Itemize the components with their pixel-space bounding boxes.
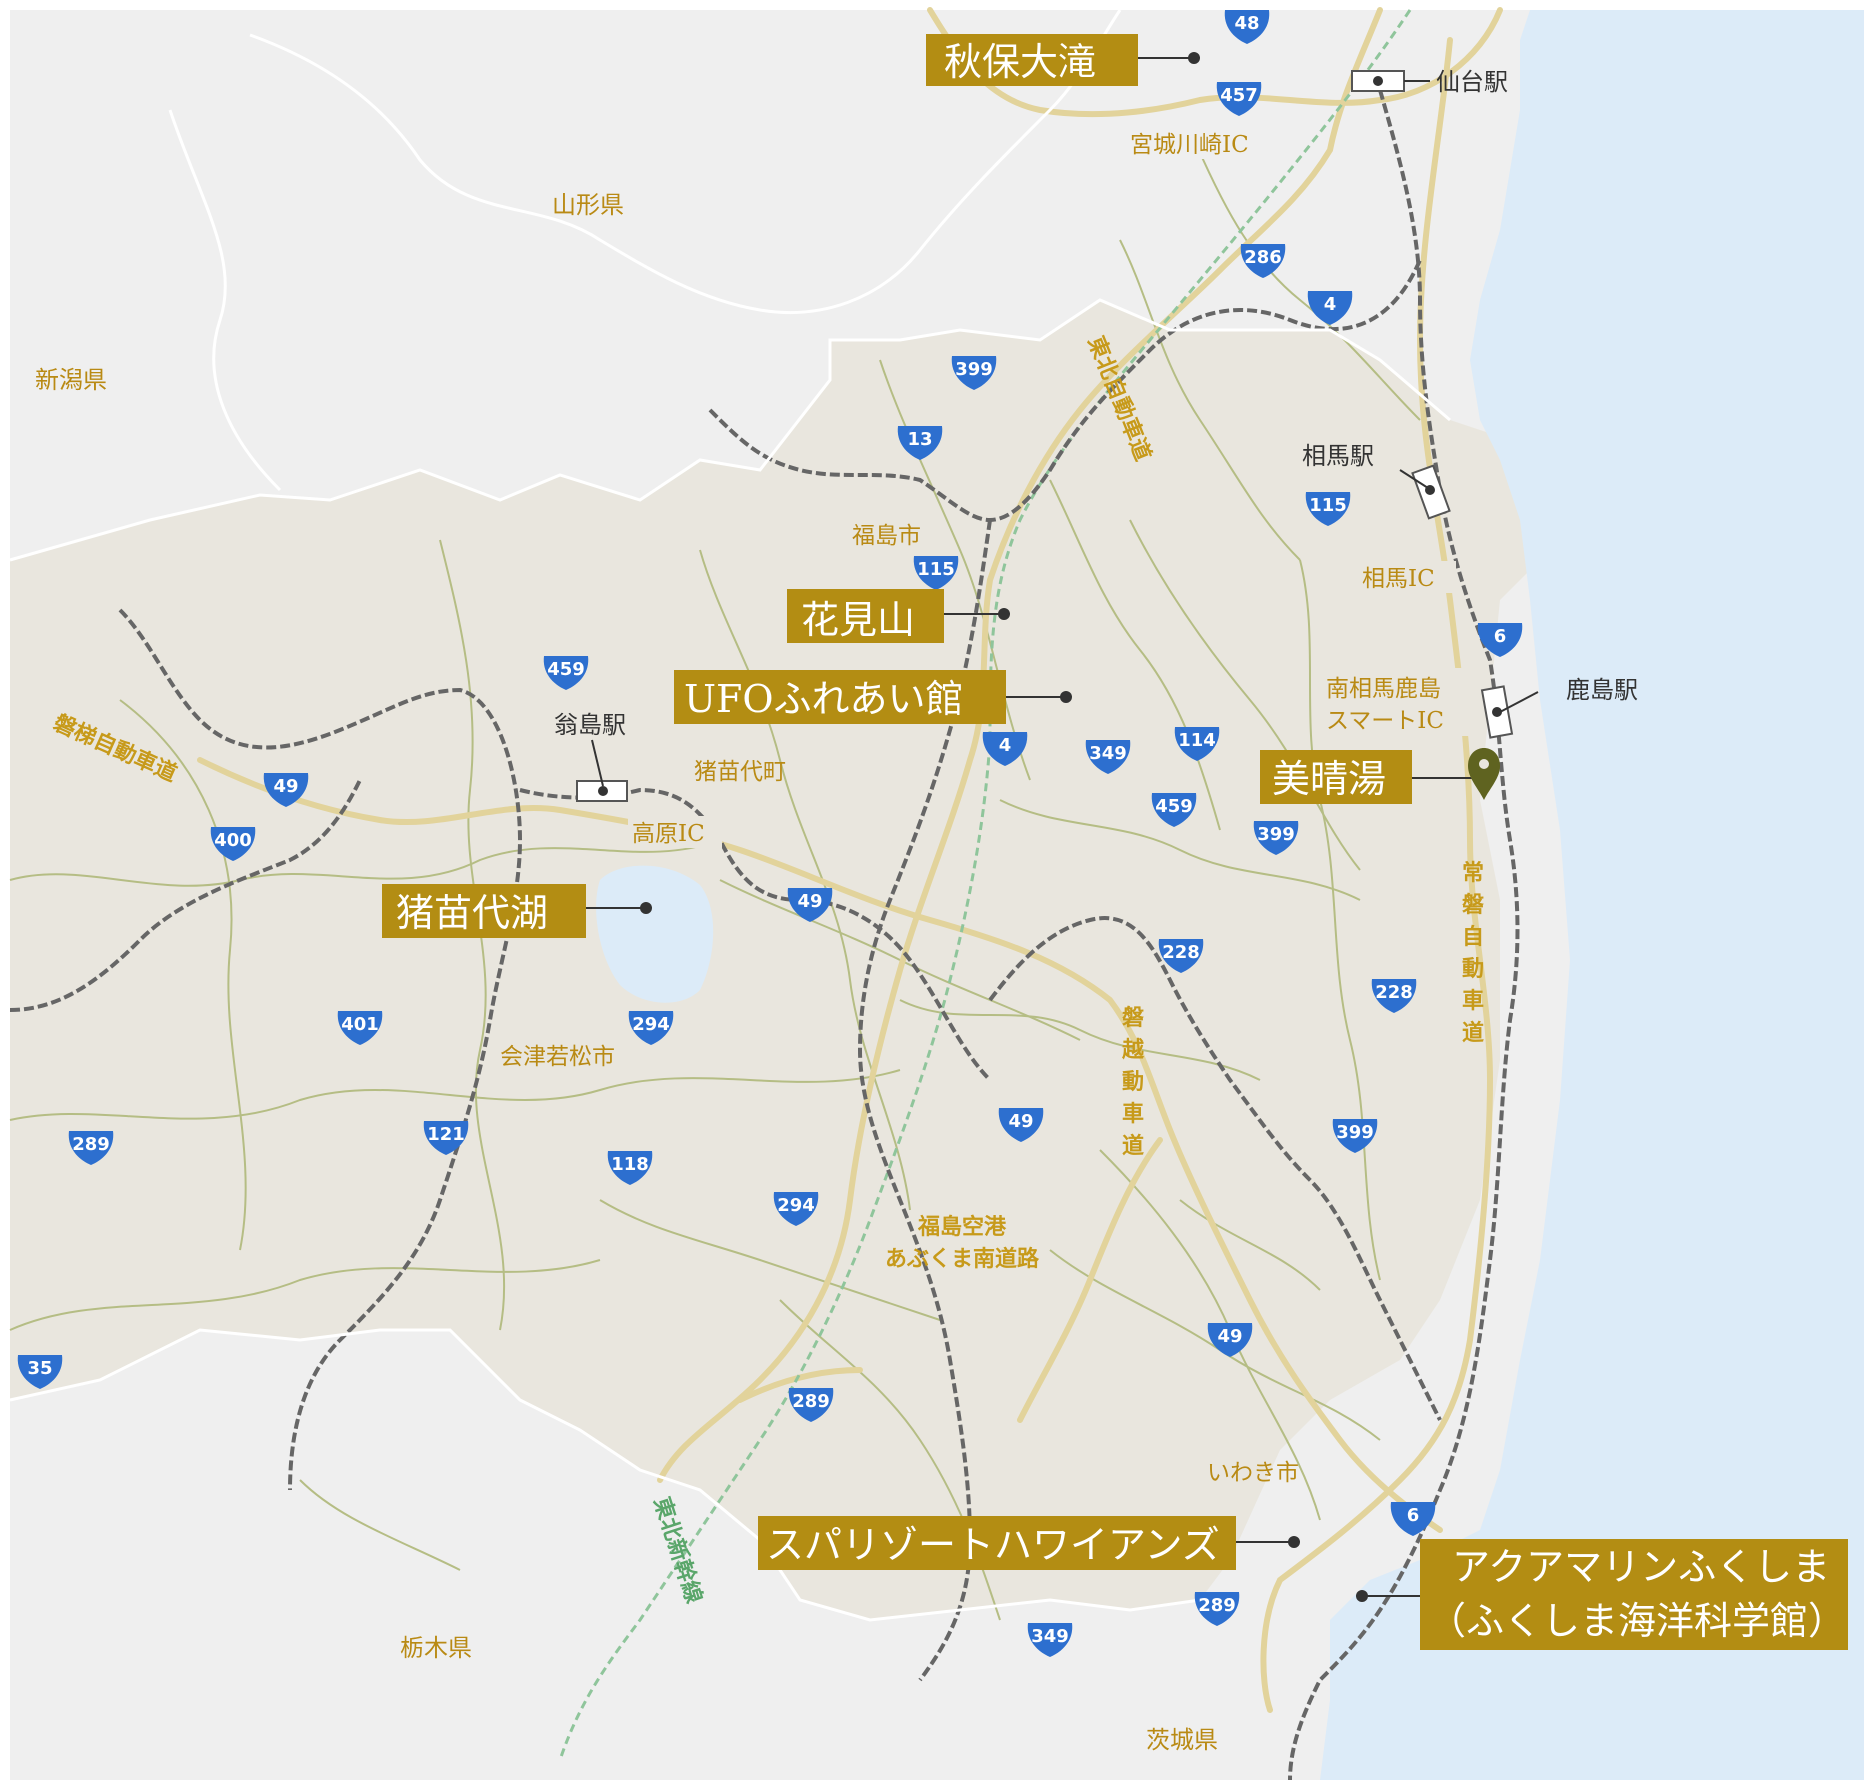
expressway-label-joban-1: 常 [1462, 860, 1484, 886]
city-label-fukushima: 福島市 [852, 523, 921, 549]
expressway-label-joban-6: 道 [1462, 1020, 1484, 1046]
svg-text:南相馬鹿島: 南相馬鹿島 [1326, 676, 1441, 702]
route-number: 294 [632, 1014, 670, 1035]
city-label-inawashiro: 猪苗代町 [694, 759, 786, 785]
route-number: 457 [1220, 85, 1258, 106]
svg-text:相馬駅: 相馬駅 [1302, 442, 1374, 470]
route-number: 400 [214, 830, 252, 851]
route-number: 6 [1494, 626, 1507, 647]
city-label-iwaki: いわき市 [1207, 1460, 1299, 1486]
svg-text:相馬IC: 相馬IC [1362, 566, 1435, 592]
svg-text:花見山: 花見山 [801, 598, 915, 642]
route-number: 49 [1008, 1111, 1033, 1132]
route-number: 399 [1336, 1122, 1374, 1143]
svg-text:アクアマリンふくしま: アクアマリンふくしま [1452, 1545, 1830, 1589]
svg-text:仙台駅: 仙台駅 [1436, 68, 1508, 96]
route-number: 48 [1234, 13, 1259, 34]
svg-text:翁島駅: 翁島駅 [554, 711, 626, 739]
svg-text:スパリゾートハワイアンズ: スパリゾートハワイアンズ [766, 1523, 1220, 1567]
route-number: 35 [27, 1358, 52, 1379]
svg-text:スマートIC: スマートIC [1326, 708, 1444, 734]
route-number: 121 [427, 1124, 465, 1145]
expressway-label-banetsu-1: 磐 [1122, 1005, 1144, 1031]
route-number: 114 [1178, 730, 1216, 751]
prefecture-label-niigata: 新潟県 [35, 366, 107, 394]
route-number: 49 [273, 776, 298, 797]
route-number: 289 [72, 1134, 110, 1155]
expressway-label-joban-2: 磐 [1462, 892, 1484, 918]
route-number: 49 [1217, 1326, 1242, 1347]
expressway-label-banetsu-3: 動 [1122, 1069, 1144, 1095]
prefecture-label-yamagata: 山形県 [552, 191, 624, 219]
expressway-label-banetsu-4: 車 [1122, 1101, 1144, 1127]
route-number: 118 [611, 1154, 649, 1175]
svg-text:猪苗代湖: 猪苗代湖 [396, 891, 548, 935]
route-number: 49 [797, 891, 822, 912]
expressway-label-banetsu-5: 道 [1122, 1133, 1144, 1159]
route-number: 286 [1244, 247, 1282, 268]
route-number: 6 [1407, 1505, 1420, 1526]
expressway-label-abukuma-1: 福島空港 [917, 1214, 1007, 1240]
route-number: 399 [1257, 824, 1295, 845]
route-number: 289 [792, 1391, 830, 1412]
expressway-label-joban-3: 自 [1462, 924, 1484, 950]
prefecture-label-tochigi: 栃木県 [400, 1634, 472, 1662]
route-number: 349 [1031, 1626, 1069, 1647]
expressway-label-joban-4: 動 [1462, 956, 1484, 982]
route-number: 228 [1375, 982, 1413, 1003]
route-number: 459 [1155, 796, 1193, 817]
route-number: 228 [1162, 942, 1200, 963]
route-number: 294 [777, 1195, 815, 1216]
route-number: 115 [917, 559, 955, 580]
ic-minamisoma-kashima-smart: 南相馬鹿島 スマートIC [1322, 668, 1474, 736]
route-number: 13 [907, 429, 932, 450]
svg-text:（ふくしま海洋科学館）: （ふくしま海洋科学館） [1428, 1599, 1846, 1643]
ic-takahara: 高原IC [628, 816, 722, 848]
expressway-label-abukuma-2: あぶくま南道路 [885, 1246, 1040, 1272]
map-canvas: 山形県 新潟県 栃木県 茨城県 福島市 猪苗代町 会津若松市 いわき市 宮城川崎… [9, 7, 1864, 1781]
route-number: 289 [1198, 1595, 1236, 1616]
ic-soma: 相馬IC [1358, 561, 1456, 593]
route-number: 115 [1309, 495, 1347, 516]
route-number: 349 [1089, 743, 1127, 764]
svg-text:宮城川崎IC: 宮城川崎IC [1130, 132, 1249, 158]
poi-aquamarine-fukushima[interactable]: アクアマリンふくしま （ふくしま海洋科学館） [1356, 1539, 1848, 1650]
svg-text:秋保大滝: 秋保大滝 [944, 40, 1096, 84]
expressway-label-joban-5: 車 [1462, 988, 1484, 1014]
svg-text:高原IC: 高原IC [632, 821, 705, 847]
city-label-aizuwakamatsu: 会津若松市 [500, 1044, 615, 1070]
route-number: 401 [341, 1014, 379, 1035]
route-number: 399 [955, 359, 993, 380]
poi-spa-resort-hawaiians[interactable]: スパリゾートハワイアンズ [758, 1516, 1300, 1570]
expressway-label-banetsu-2: 越 [1121, 1037, 1145, 1063]
route-number: 459 [547, 659, 585, 680]
route-number: 4 [1324, 294, 1337, 315]
ic-miyagi-kawasaki: 宮城川崎IC [1126, 127, 1274, 159]
svg-text:鹿島駅: 鹿島駅 [1566, 676, 1638, 704]
prefecture-label-ibaraki: 茨城県 [1146, 1726, 1218, 1754]
route-number: 4 [999, 735, 1012, 756]
svg-text:美晴湯: 美晴湯 [1272, 757, 1386, 801]
svg-text:UFOふれあい館: UFOふれあい館 [684, 677, 964, 721]
